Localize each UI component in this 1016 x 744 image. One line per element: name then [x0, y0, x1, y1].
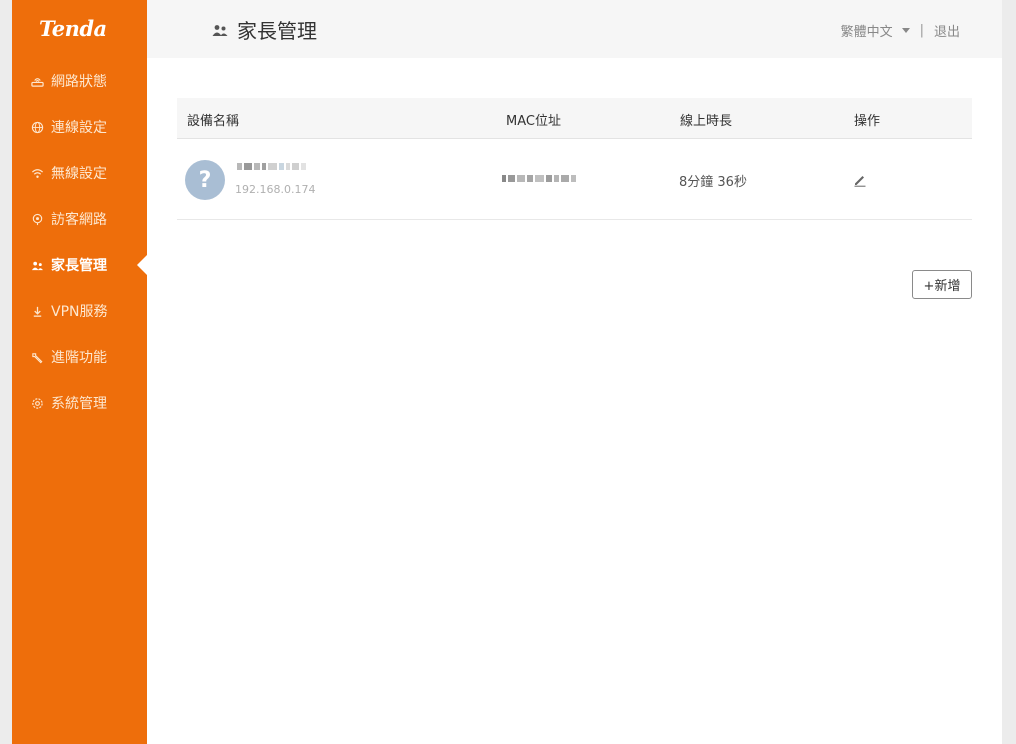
globe-icon — [30, 120, 44, 134]
sidebar-item-label: 無線設定 — [51, 166, 107, 182]
page-header: 家長管理 繁體中文 | 退出 — [147, 0, 1002, 58]
active-indicator-arrow — [137, 255, 147, 275]
window-edge — [1002, 0, 1016, 744]
sidebar-item-label: 系統管理 — [51, 396, 107, 412]
sidebar-item-vpn-service[interactable]: VPN服務 — [12, 296, 147, 326]
guest-network-icon — [30, 212, 44, 226]
column-header-online-time: 線上時長 — [680, 114, 733, 129]
sidebar-item-label: 家長管理 — [51, 258, 107, 274]
sidebar-item-label: 進階功能 — [51, 350, 107, 366]
sidebar-item-guest-network[interactable]: 訪客網路 — [12, 204, 147, 234]
language-select[interactable]: 繁體中文 — [841, 21, 893, 40]
gear-icon — [30, 396, 44, 410]
tenda-logo: Tenda — [39, 16, 107, 41]
header-divider: | — [919, 23, 924, 38]
sidebar-item-advanced[interactable]: 進階功能 — [12, 342, 147, 372]
logout-link[interactable]: 退出 — [934, 21, 960, 40]
online-duration: 8分鐘 36秒 — [679, 175, 747, 190]
header-actions: 繁體中文 | 退出 — [841, 21, 960, 40]
device-name-redacted — [237, 163, 306, 170]
parental-icon — [211, 23, 229, 37]
table-header: 設備名稱 MAC位址 線上時長 操作 — [177, 98, 972, 139]
vpn-icon — [30, 304, 44, 318]
sidebar-item-label: 網路狀態 — [51, 74, 107, 90]
chevron-down-icon[interactable] — [901, 28, 910, 33]
sidebar-item-connection-settings[interactable]: 連線設定 — [12, 112, 147, 142]
unknown-device-icon: ? — [185, 160, 225, 200]
parental-icon — [30, 258, 44, 272]
column-header-mac: MAC位址 — [506, 114, 561, 129]
table-row: ? 192.168.0.174 8分鐘 36秒 — [177, 139, 972, 220]
sidebar-item-label: 訪客網路 — [51, 212, 107, 228]
sidebar-item-label: VPN服務 — [51, 304, 108, 320]
device-ip: 192.168.0.174 — [235, 183, 316, 196]
sidebar-item-wireless-settings[interactable]: 無線設定 — [12, 158, 147, 188]
device-table: 設備名稱 MAC位址 線上時長 操作 ? 192.168.0.174 8分鐘 3… — [177, 98, 972, 220]
wrench-icon — [30, 350, 44, 364]
add-device-button[interactable]: +新增 — [912, 270, 972, 299]
column-header-action: 操作 — [854, 114, 881, 129]
wifi-icon — [30, 166, 44, 180]
column-header-device-name: 設備名稱 — [187, 114, 240, 129]
sidebar-item-label: 連線設定 — [51, 120, 107, 136]
router-icon — [30, 74, 44, 88]
mac-address-redacted — [502, 175, 576, 182]
sidebar-item-parental-control[interactable]: 家長管理 — [12, 250, 147, 280]
page-title-text: 家長管理 — [237, 19, 317, 43]
edit-icon[interactable] — [853, 172, 867, 187]
sidebar: Tenda 網路狀態 連線設定 無線設定 訪客網路 家長管理 VPN服務 進階功… — [12, 0, 147, 744]
sidebar-item-network-status[interactable]: 網路狀態 — [12, 66, 147, 96]
page-title: 家長管理 — [211, 15, 317, 44]
main-content: 家長管理 繁體中文 | 退出 設備名稱 MAC位址 線上時長 操作 ? 192.… — [147, 0, 1002, 744]
sidebar-item-system-management[interactable]: 系統管理 — [12, 388, 147, 418]
